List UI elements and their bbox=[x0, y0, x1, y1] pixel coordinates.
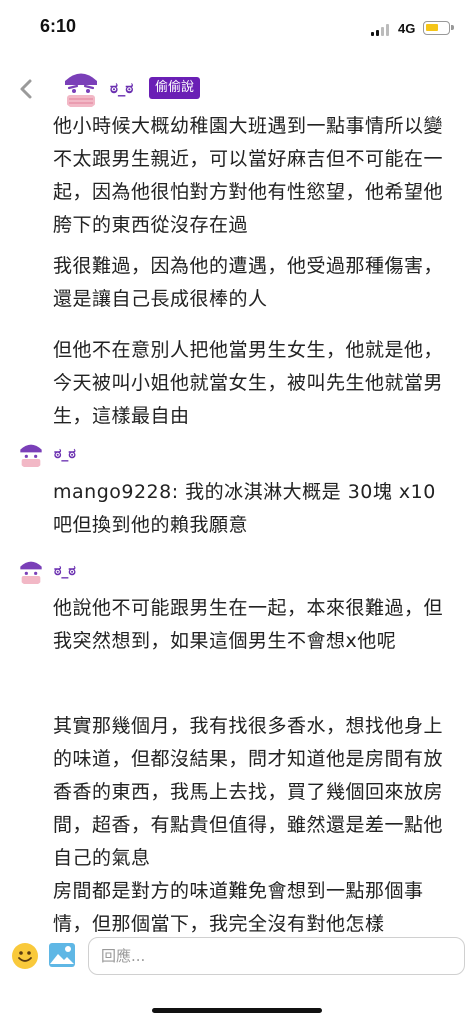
persona-badge: 偷偷說 bbox=[149, 77, 201, 99]
post-paragraph: 他小時候大概幼稚園大班遇到一點事情所以變不太跟男生親近，可以當好麻吉但不可能在一… bbox=[53, 115, 444, 236]
comment-text: 他說他不可能跟男生在一起，本來很難過，但我突然想到，如果這個男生不會想x他呢 bbox=[53, 597, 444, 652]
reply-bar bbox=[0, 934, 473, 986]
post-paragraph: 其實那幾個月，我有找很多香水，想找他身上的味道，但都沒結果，問才知道他是房間有放… bbox=[53, 715, 444, 869]
comment-avatar[interactable] bbox=[17, 558, 45, 586]
author-name[interactable]: ಠ_ಠ bbox=[110, 79, 133, 97]
comment-avatar[interactable] bbox=[17, 441, 45, 469]
reply-input[interactable] bbox=[88, 937, 465, 975]
post-paragraph: 房間都是對方的味道難免會想到一點那個事情，但那個當下，我完全沒有對他怎樣 bbox=[53, 880, 424, 934]
image-icon[interactable] bbox=[48, 942, 76, 968]
author-avatar[interactable] bbox=[60, 68, 102, 110]
smiley-icon[interactable] bbox=[11, 942, 39, 970]
network-type: 4G bbox=[398, 21, 416, 36]
comment-author-name[interactable]: ಠ_ಠ bbox=[54, 563, 76, 579]
status-bar: 6:10 4G bbox=[0, 0, 473, 56]
post-paragraph: 但他不在意別人把他當男生女生，他就是他，今天被叫小姐他就當女生，被叫先生他就當男… bbox=[53, 339, 444, 427]
status-time: 6:10 bbox=[40, 16, 77, 36]
signal-strength-icon bbox=[371, 24, 391, 36]
post-header: ಠ_ಠ 偷偷說 bbox=[0, 62, 473, 114]
home-indicator bbox=[152, 1008, 322, 1013]
post-paragraph: 我很難過，因為他的遭遇，他受過那種傷害，還是讓自己長成很棒的人 bbox=[53, 255, 444, 310]
battery-icon bbox=[423, 21, 454, 35]
post-content[interactable]: 他小時候大概幼稚園大班遇到一點事情所以變不太跟男生親近，可以當好麻吉但不可能在一… bbox=[0, 114, 473, 934]
comment-text: mango9228: 我的冰淇淋大概是 30塊 x10 吧但換到他的賴我願意 bbox=[53, 481, 436, 536]
chevron-left-icon[interactable] bbox=[16, 78, 38, 100]
comment-author-name[interactable]: ಠ_ಠ bbox=[54, 446, 76, 462]
